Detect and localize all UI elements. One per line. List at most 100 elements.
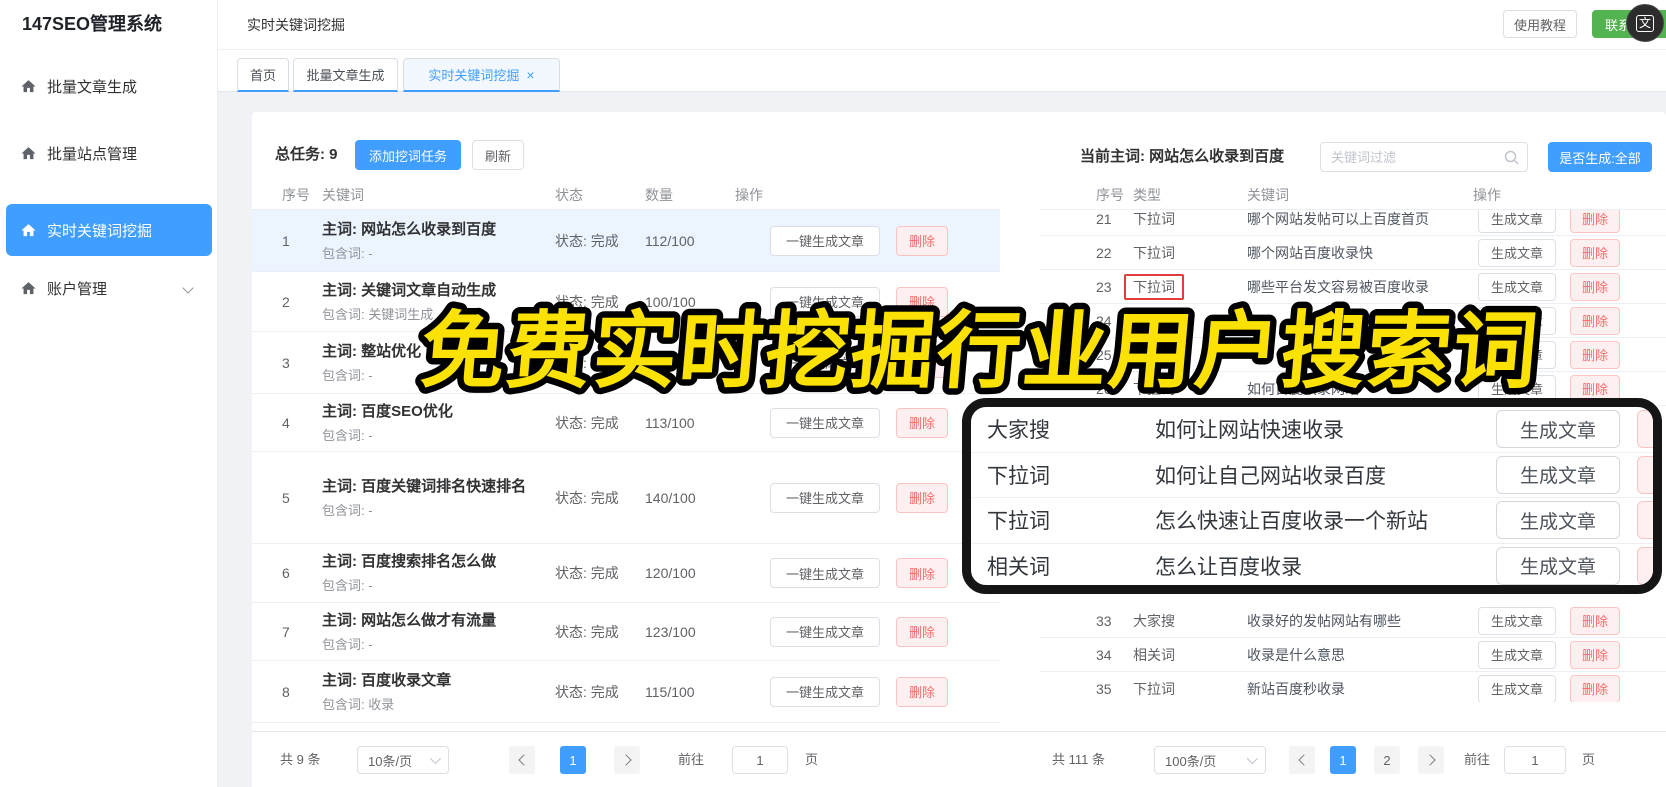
- table-row[interactable]: 34 相关词 收录是什么意思 生成文章 删除: [1040, 638, 1666, 672]
- table-row[interactable]: 7 主词: 网站怎么做才有流量 包含词: - 状态: 完成 123/100 一键生…: [252, 603, 1000, 661]
- page-number-button[interactable]: 1: [1330, 746, 1356, 774]
- delete-button[interactable]: 删除: [896, 286, 948, 317]
- keyword-type: 下拉词: [1133, 210, 1175, 227]
- delete-button[interactable]: 删除: [896, 407, 948, 438]
- refresh-button[interactable]: 刷新: [472, 140, 524, 170]
- table-row[interactable]: 24 下拉词 生成文章 删除: [1040, 304, 1666, 338]
- keyword-filter-input[interactable]: [1321, 149, 1504, 165]
- generate-article-button[interactable]: 一键生成文章: [770, 225, 880, 256]
- total-tasks-value: 9: [329, 146, 338, 163]
- delete-button[interactable]: 删除: [1637, 410, 1653, 449]
- sidebar: 147SEO管理系统 批量文章生成 批量站点管理 实时关键词挖掘 账户管理: [0, 0, 218, 787]
- count-text: 112/100: [645, 232, 695, 249]
- table-row[interactable]: 4 主词: 百度SEO优化 包含词: - 状态: 完成 113/100 一键生成文…: [252, 394, 1000, 452]
- generate-article-button[interactable]: 一键生成文章: [770, 558, 880, 588]
- generate-article-button[interactable]: 生成文章: [1478, 306, 1556, 335]
- tab-keyword-mining[interactable]: 实时关键词挖掘 ×: [403, 58, 560, 92]
- table-row[interactable]: 3 主词: 整站优化 包含词: - 状态: 完成 一键生成文章 删除: [252, 332, 1000, 394]
- divider: [252, 731, 1666, 732]
- delete-button[interactable]: 删除: [896, 347, 948, 378]
- delete-button[interactable]: 删除: [1570, 238, 1620, 267]
- delete-button[interactable]: 删除: [1570, 674, 1620, 702]
- generate-article-button[interactable]: 生成文章: [1496, 410, 1620, 449]
- generate-article-button[interactable]: 生成文章: [1478, 674, 1556, 702]
- app-screen: 147SEO管理系统 批量文章生成 批量站点管理 实时关键词挖掘 账户管理 实时…: [0, 0, 1666, 787]
- generate-article-button[interactable]: 生成文章: [1478, 210, 1556, 233]
- close-icon[interactable]: ×: [526, 67, 534, 83]
- screenshot-ocr-icon[interactable]: 文: [1626, 4, 1664, 42]
- prev-page-button[interactable]: [509, 746, 535, 774]
- table-row[interactable]: 25 大家搜 生成文章 删除: [1040, 338, 1666, 372]
- keyword-filter-field[interactable]: [1320, 142, 1528, 172]
- tab-article-generate[interactable]: 批量文章生成: [293, 58, 398, 92]
- page-size-select[interactable]: 100条/页: [1154, 746, 1266, 774]
- delete-button[interactable]: 删除: [1637, 501, 1653, 540]
- status-text: 状态: 完成: [555, 565, 619, 581]
- table-row[interactable]: 2 主词: 关键词文章自动生成 包含词: 关键词生成 状态: 完成 100/100…: [252, 272, 1000, 332]
- add-task-button[interactable]: 添加挖词任务: [355, 140, 461, 170]
- zoom-callout-box: 大家搜 如何让网站快速收录 生成文章 删除 下拉词 如何让自己网站收录百度 生成…: [962, 398, 1662, 594]
- delete-button[interactable]: 删除: [896, 482, 948, 513]
- delete-button[interactable]: 删除: [1570, 606, 1620, 635]
- delete-button[interactable]: 删除: [1570, 306, 1620, 335]
- generate-article-button[interactable]: 一键生成文章: [770, 407, 880, 438]
- delete-button[interactable]: 删除: [896, 225, 948, 256]
- generate-article-button[interactable]: 一键生成文章: [770, 347, 880, 378]
- generate-article-button[interactable]: 生成文章: [1478, 340, 1556, 369]
- delete-button[interactable]: 删除: [896, 616, 948, 647]
- main-keyword: 主词: 关键词文章自动生成: [322, 281, 497, 299]
- generate-article-button[interactable]: 一键生成文章: [770, 616, 880, 647]
- generate-article-button[interactable]: 生成文章: [1496, 546, 1620, 585]
- sidebar-item-keyword-mining[interactable]: 实时关键词挖掘: [6, 204, 212, 256]
- generate-article-button[interactable]: 生成文章: [1478, 606, 1556, 635]
- tab-home[interactable]: 首页: [237, 58, 289, 92]
- generate-article-button[interactable]: 一键生成文章: [770, 482, 880, 513]
- prev-page-button[interactable]: [1289, 746, 1315, 774]
- delete-button[interactable]: 删除: [1570, 340, 1620, 369]
- delete-button[interactable]: 删除: [1570, 272, 1620, 301]
- table-row[interactable]: 6 主词: 百度搜索排名怎么做 包含词: - 状态: 完成 120/100 一键生…: [252, 544, 1000, 603]
- next-page-button[interactable]: [614, 746, 640, 774]
- home-icon: [20, 280, 37, 297]
- right-pagination: 共 111 条 100条/页 1 2 前往 页: [1040, 746, 1666, 774]
- table-row[interactable]: 22 下拉词 哪个网站百度收录快 生成文章 删除: [1040, 236, 1666, 270]
- next-page-button[interactable]: [1418, 746, 1444, 774]
- table-row[interactable]: 8 主词: 百度收录文章 包含词: 收录 状态: 完成 115/100 一键生成文…: [252, 661, 1000, 723]
- table-row[interactable]: 23 下拉词 哪些平台发文容易被百度收录 生成文章 删除: [1040, 270, 1666, 304]
- table-row[interactable]: 21 下拉词 哪个网站发帖可以上百度首页 生成文章 删除: [1040, 210, 1666, 236]
- keyword-type: 相关词: [987, 555, 1050, 579]
- generate-article-button[interactable]: 一键生成文章: [770, 676, 880, 707]
- delete-button[interactable]: 删除: [1637, 546, 1653, 585]
- page-size-select[interactable]: 10条/页: [357, 746, 449, 774]
- table-row[interactable]: 1 主词: 网站怎么收录到百度 包含词: - 状态: 完成 112/100 一键生…: [252, 210, 1000, 272]
- main-keyword: 主词: 百度搜索排名怎么做: [322, 553, 497, 570]
- sidebar-item-article-generate[interactable]: 批量文章生成: [0, 70, 218, 102]
- generate-article-button[interactable]: 生成文章: [1478, 272, 1556, 301]
- goto-page-input[interactable]: [1504, 746, 1566, 774]
- left-table-header: 序号 关键词 状态 数量 操作: [252, 180, 1000, 210]
- status-text: 状态: 完成: [555, 293, 619, 310]
- chevron-down-icon: [182, 282, 194, 294]
- table-row[interactable]: 33 大家搜 收录好的发帖网站有哪些 生成文章 删除: [1040, 604, 1666, 638]
- delete-button[interactable]: 删除: [1637, 455, 1653, 494]
- generate-article-button[interactable]: 生成文章: [1496, 455, 1620, 494]
- table-row[interactable]: 35 下拉词 新站百度秒收录 生成文章 删除: [1040, 672, 1666, 702]
- keyword-type: 下拉词: [987, 510, 1050, 534]
- delete-button[interactable]: 删除: [1570, 210, 1620, 233]
- generate-article-button[interactable]: 生成文章: [1478, 640, 1556, 669]
- generate-article-button[interactable]: 一键生成文章: [770, 286, 880, 317]
- keyword-type: 下拉词: [1133, 312, 1175, 329]
- delete-button[interactable]: 删除: [1570, 640, 1620, 669]
- sidebar-item-site-manage[interactable]: 批量站点管理: [0, 137, 218, 169]
- delete-button[interactable]: 删除: [896, 676, 948, 707]
- delete-button[interactable]: 删除: [896, 558, 948, 588]
- generate-article-button[interactable]: 生成文章: [1496, 501, 1620, 540]
- page-number-button[interactable]: 1: [560, 746, 586, 774]
- tutorial-button[interactable]: 使用教程: [1503, 10, 1577, 38]
- generate-article-button[interactable]: 生成文章: [1478, 238, 1556, 267]
- sidebar-item-account[interactable]: 账户管理: [0, 272, 218, 304]
- generate-all-button[interactable]: 是否生成:全部: [1548, 142, 1652, 172]
- goto-page-input[interactable]: [732, 746, 788, 774]
- table-row[interactable]: 5 主词: 百度关键词排名快速排名 包含词: - 状态: 完成 140/100 一…: [252, 452, 1000, 544]
- page-number-button[interactable]: 2: [1374, 746, 1400, 774]
